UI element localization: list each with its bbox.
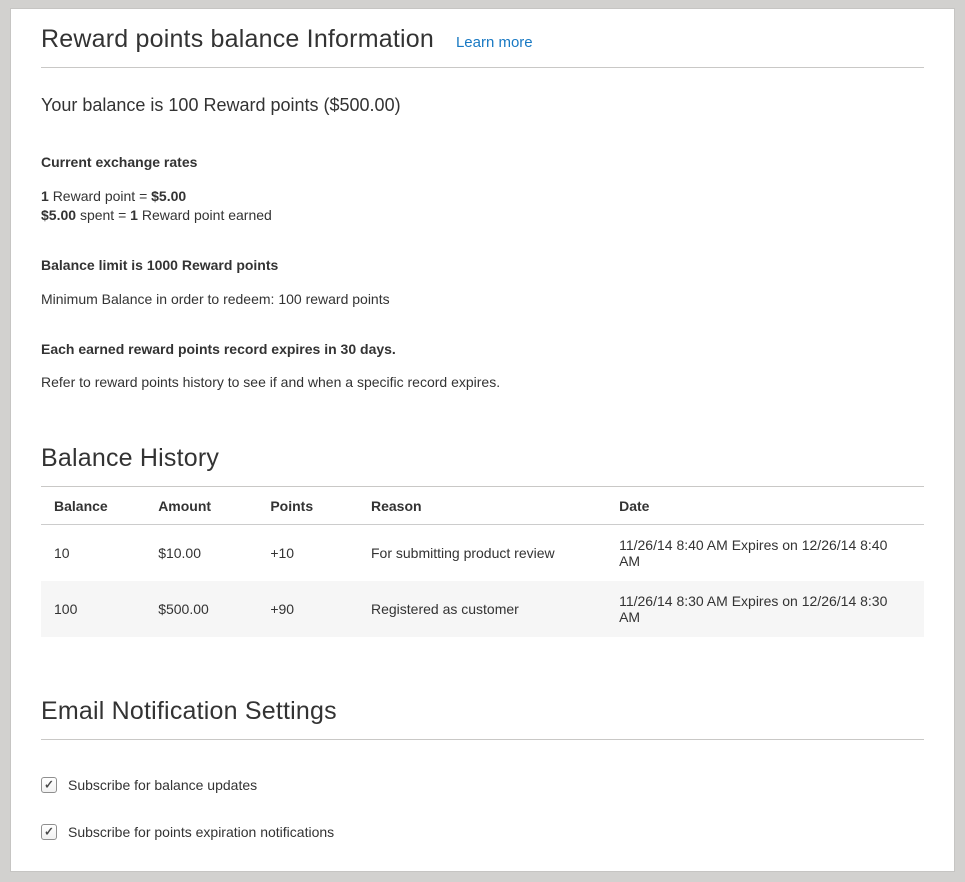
points-expiration-label: Subscribe for points expiration notifica… [68, 824, 334, 840]
balance-history-heading: Balance History [41, 444, 924, 487]
cell-balance: 10 [41, 525, 145, 582]
cell-date: 11/26/14 8:40 AM Expires on 12/26/14 8:4… [606, 525, 924, 582]
column-header-points: Points [257, 487, 358, 525]
table-row: 100 $500.00 +90 Registered as customer 1… [41, 581, 924, 637]
rate2-text1: spent = [80, 207, 126, 223]
balance-history-table: Balance Amount Points Reason Date 10 $10… [41, 487, 924, 637]
page-title: Reward points balance Information [41, 25, 434, 54]
balance-updates-option: ✓ Subscribe for balance updates [41, 777, 924, 793]
cell-reason: Registered as customer [358, 581, 606, 637]
expiration-rule: Each earned reward points record expires… [41, 340, 924, 359]
rate1-text: Reward point = [53, 188, 148, 204]
rate2-text2: Reward point earned [142, 207, 272, 223]
column-header-date: Date [606, 487, 924, 525]
cell-balance: 100 [41, 581, 145, 637]
check-icon: ✓ [44, 826, 54, 838]
cell-points: +90 [257, 581, 358, 637]
rate2-amount: $5.00 [41, 207, 76, 223]
cell-amount: $10.00 [145, 525, 257, 582]
points-expiration-option: ✓ Subscribe for points expiration notifi… [41, 824, 924, 840]
cell-reason: For submitting product review [358, 525, 606, 582]
email-settings-heading: Email Notification Settings [41, 697, 924, 740]
check-icon: ✓ [44, 779, 54, 791]
cell-points: +10 [257, 525, 358, 582]
rate2-points: 1 [130, 207, 138, 223]
learn-more-link[interactable]: Learn more [456, 34, 533, 51]
balance-updates-label: Subscribe for balance updates [68, 777, 257, 793]
expiration-note: Refer to reward points history to see if… [41, 373, 924, 392]
cell-date: 11/26/14 8:30 AM Expires on 12/26/14 8:3… [606, 581, 924, 637]
column-header-reason: Reason [358, 487, 606, 525]
points-expiration-checkbox[interactable]: ✓ [41, 824, 57, 840]
minimum-redeem-note: Minimum Balance in order to redeem: 100 … [41, 290, 924, 309]
table-row: 10 $10.00 +10 For submitting product rev… [41, 525, 924, 582]
reward-info-card: Reward points balance Information Learn … [10, 8, 955, 872]
cell-amount: $500.00 [145, 581, 257, 637]
balance-summary: Your balance is 100 Reward points ($500.… [41, 95, 924, 116]
exchange-rates-heading: Current exchange rates [41, 153, 924, 172]
page-background: Reward points balance Information Learn … [0, 0, 965, 882]
table-header-row: Balance Amount Points Reason Date [41, 487, 924, 525]
balance-updates-checkbox[interactable]: ✓ [41, 777, 57, 793]
column-header-amount: Amount [145, 487, 257, 525]
exchange-rate-line-1: 1 Reward point = $5.00 [41, 187, 924, 206]
page-header: Reward points balance Information Learn … [41, 25, 924, 68]
exchange-rate-line-2: $5.00 spent = 1 Reward point earned [41, 206, 924, 225]
rate1-amount: $5.00 [151, 188, 186, 204]
balance-limit-note: Balance limit is 1000 Reward points [41, 256, 924, 275]
rate1-points: 1 [41, 188, 49, 204]
column-header-balance: Balance [41, 487, 145, 525]
